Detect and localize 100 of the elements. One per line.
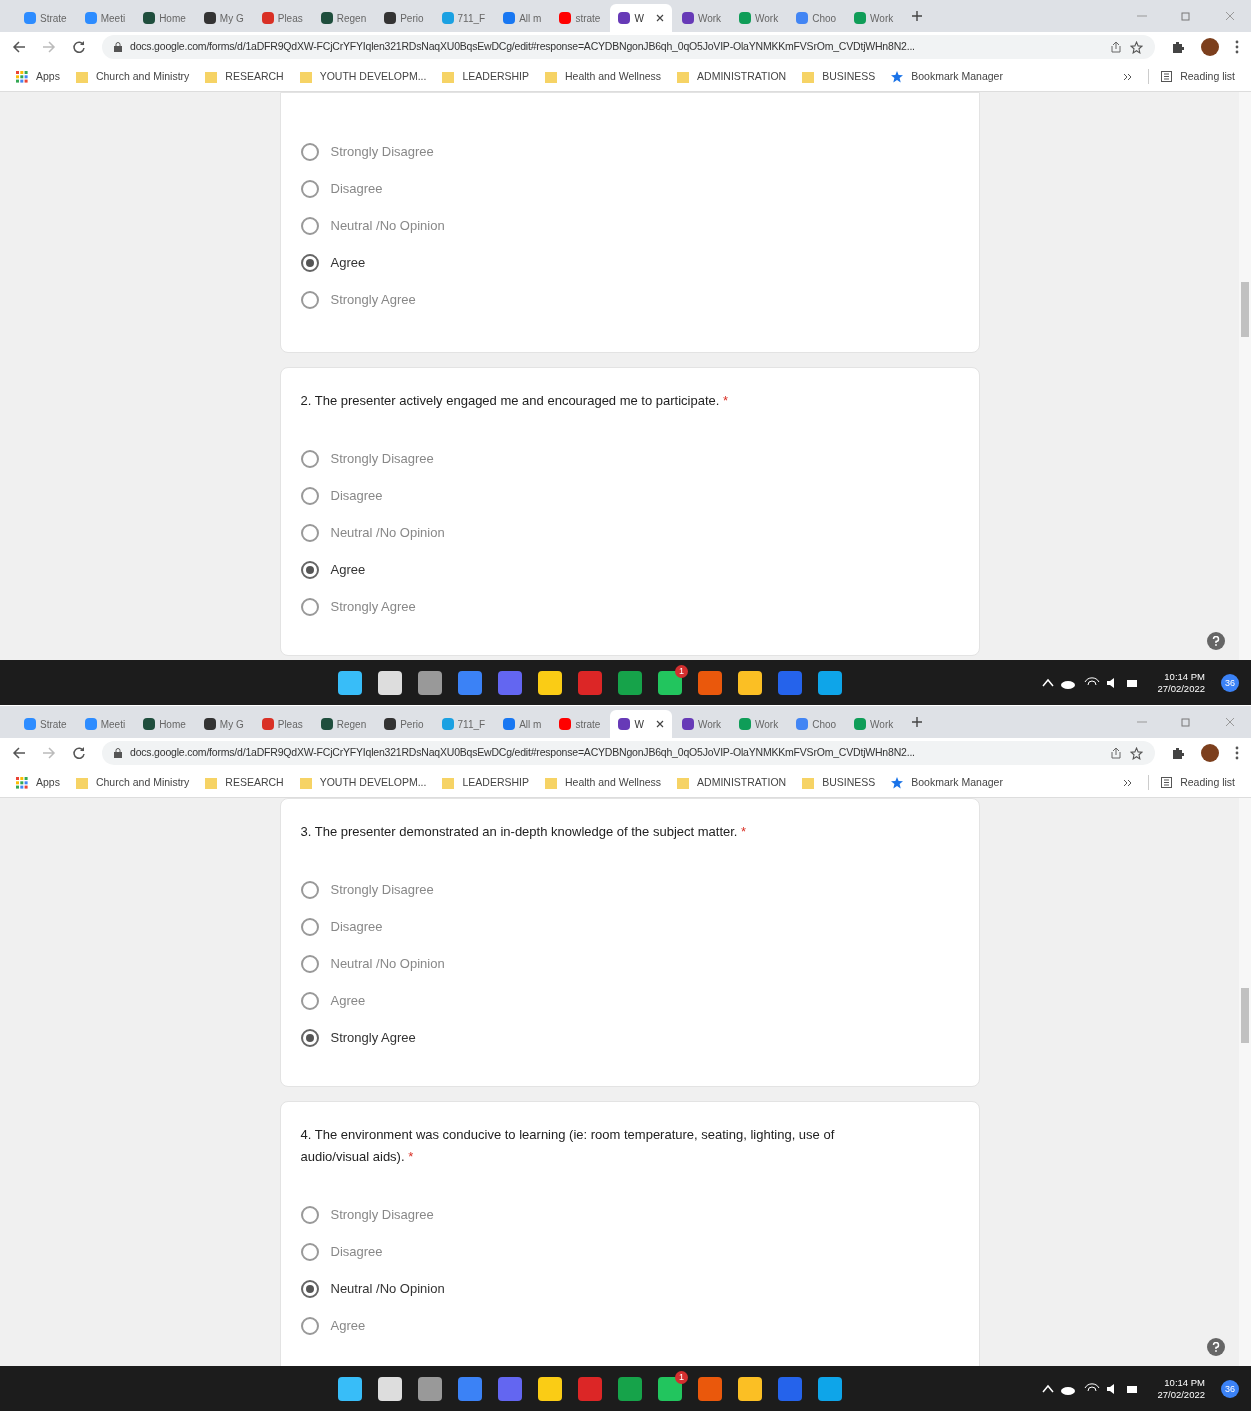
browser-tab[interactable]: Work — [846, 710, 902, 738]
bookmark[interactable]: RESEARCH — [205, 774, 284, 791]
radio-button[interactable] — [300, 991, 319, 1010]
browser-tab[interactable]: Work — [731, 710, 787, 738]
taskbar-app-icon[interactable] — [378, 670, 402, 695]
clock-date[interactable]: 27/02/2022 — [1157, 1388, 1205, 1401]
browser-tab[interactable]: All m — [495, 710, 550, 738]
radio-button[interactable] — [300, 179, 319, 198]
bookmark[interactable]: ADMINISTRATION — [677, 774, 787, 791]
browser-tab[interactable]: Perio — [376, 710, 432, 738]
bookmark[interactable]: LEADERSHIP — [442, 774, 529, 791]
bookmark[interactable]: YOUTH DEVELOPM... — [299, 774, 427, 791]
profile-avatar[interactable] — [1201, 744, 1219, 762]
taskbar-app-icon[interactable] — [418, 1376, 442, 1401]
radio-button[interactable] — [300, 216, 319, 235]
taskbar-app-icon[interactable] — [818, 670, 842, 695]
clock-time[interactable]: 10:14 PM — [1164, 1376, 1205, 1389]
browser-tab[interactable]: strate — [551, 4, 609, 32]
browser-tab[interactable]: W — [610, 4, 672, 32]
radio-button[interactable] — [300, 597, 319, 616]
back-icon[interactable] — [12, 40, 26, 54]
more-bookmarks-icon[interactable] — [1124, 72, 1133, 81]
browser-tab[interactable]: Perio — [376, 4, 432, 32]
browser-tab[interactable]: Choo — [788, 4, 845, 32]
radio-button[interactable] — [300, 523, 319, 542]
bookmark[interactable]: Apps — [16, 774, 60, 791]
browser-tab[interactable]: 711_F — [433, 710, 494, 738]
browser-tab[interactable]: Meeti — [76, 4, 134, 32]
browser-tab[interactable]: Home — [135, 710, 194, 738]
radio-button[interactable] — [300, 142, 319, 161]
reading-list-button[interactable]: Reading list — [1148, 774, 1235, 791]
browser-tab[interactable]: W — [610, 710, 672, 738]
radio-button[interactable] — [300, 917, 319, 936]
browser-tab[interactable]: Regen — [312, 4, 375, 32]
bookmark[interactable]: BUSINESS — [802, 68, 876, 85]
back-icon[interactable] — [12, 746, 26, 760]
bookmark[interactable]: ADMINISTRATION — [677, 68, 787, 85]
close-icon[interactable] — [655, 14, 664, 22]
browser-tab[interactable]: Pleas — [253, 710, 311, 738]
browser-tab[interactable]: Work — [846, 4, 902, 32]
taskbar-app-icon[interactable] — [618, 1376, 642, 1401]
taskbar-app-icon[interactable] — [538, 670, 562, 695]
browser-tab[interactable]: All m — [495, 4, 550, 32]
notification-count[interactable]: 36 — [1221, 673, 1239, 692]
taskbar-app-icon[interactable] — [538, 1376, 562, 1401]
taskbar-app-icon[interactable] — [378, 1376, 402, 1401]
bookmark[interactable]: YOUTH DEVELOPM... — [299, 68, 427, 85]
share-icon[interactable] — [1110, 747, 1122, 759]
browser-tab[interactable]: strate — [551, 710, 609, 738]
taskbar-app-icon[interactable] — [658, 670, 682, 695]
menu-icon[interactable] — [1235, 40, 1239, 54]
taskbar-app-icon[interactable] — [418, 670, 442, 695]
radio-button[interactable] — [300, 1205, 319, 1224]
bookmark[interactable]: Health and Wellness — [545, 68, 662, 85]
bookmark[interactable]: Apps — [16, 68, 60, 85]
reload-icon[interactable] — [72, 746, 86, 760]
clock-date[interactable]: 27/02/2022 — [1157, 682, 1205, 695]
radio-button[interactable] — [300, 449, 319, 468]
radio-button[interactable] — [300, 1316, 319, 1335]
bookmark[interactable]: RESEARCH — [205, 68, 284, 85]
new-tab-icon[interactable] — [911, 716, 924, 728]
bookmark[interactable]: Bookmark Manager — [891, 774, 1003, 791]
radio-button[interactable] — [300, 1028, 319, 1047]
scrollbar[interactable] — [1239, 92, 1251, 660]
reload-icon[interactable] — [72, 40, 86, 54]
browser-tab[interactable]: Work — [673, 710, 730, 738]
browser-tab[interactable]: Strate — [16, 4, 75, 32]
address-bar[interactable]: docs.google.com/forms/d/1aDFR9QdXW-FCjCrYFYIqlen321RDsNaqXU0BqsEwDCg/edit#response=ACYDBNgonJB6qh_0qO5JoVIP-OlaYNMKKmFVSrOm_CVDtjWHn8N2... — [102, 35, 1155, 59]
browser-tab[interactable]: My G — [195, 710, 252, 738]
bookmark[interactable]: Bookmark Manager — [891, 68, 1003, 85]
reading-list-button[interactable]: Reading list — [1148, 68, 1235, 85]
bookmark[interactable]: Health and Wellness — [545, 774, 662, 791]
clock-time[interactable]: 10:14 PM — [1164, 670, 1205, 683]
radio-button[interactable] — [300, 954, 319, 973]
star-icon[interactable] — [1130, 746, 1143, 760]
browser-tab[interactable]: Meeti — [76, 710, 134, 738]
notification-count[interactable]: 36 — [1221, 1379, 1239, 1398]
radio-button[interactable] — [300, 253, 319, 272]
new-tab-icon[interactable] — [911, 10, 924, 22]
more-bookmarks-icon[interactable] — [1124, 778, 1133, 787]
radio-button[interactable] — [300, 560, 319, 579]
bookmark[interactable]: Church and Ministry — [75, 774, 190, 791]
taskbar-app-icon[interactable] — [738, 1376, 762, 1401]
browser-tab[interactable]: My G — [195, 4, 252, 32]
help-icon[interactable] — [1207, 632, 1225, 650]
bookmark[interactable]: Church and Ministry — [75, 68, 190, 85]
puzzle-icon[interactable] — [1171, 746, 1185, 760]
browser-tab[interactable]: Strate — [16, 710, 75, 738]
taskbar-app-icon[interactable] — [738, 670, 762, 695]
taskbar-app-icon[interactable] — [338, 1376, 362, 1401]
help-icon[interactable] — [1207, 1338, 1225, 1356]
browser-tab[interactable]: Work — [673, 4, 730, 32]
close-icon[interactable] — [655, 720, 664, 728]
address-bar[interactable]: docs.google.com/forms/d/1aDFR9QdXW-FCjCrYFYIqlen321RDsNaqXU0BqsEwDCg/edit#response=ACYDBNgonJB6qh_0qO5JoVIP-OlaYNMKKmFVSrOm_CVDtjWHn8N2... — [102, 741, 1155, 765]
taskbar-app-icon[interactable] — [338, 670, 362, 695]
star-icon[interactable] — [1130, 40, 1143, 54]
browser-tab[interactable]: Home — [135, 4, 194, 32]
browser-tab[interactable]: Pleas — [253, 4, 311, 32]
radio-button[interactable] — [300, 1242, 319, 1261]
share-icon[interactable] — [1110, 41, 1122, 53]
